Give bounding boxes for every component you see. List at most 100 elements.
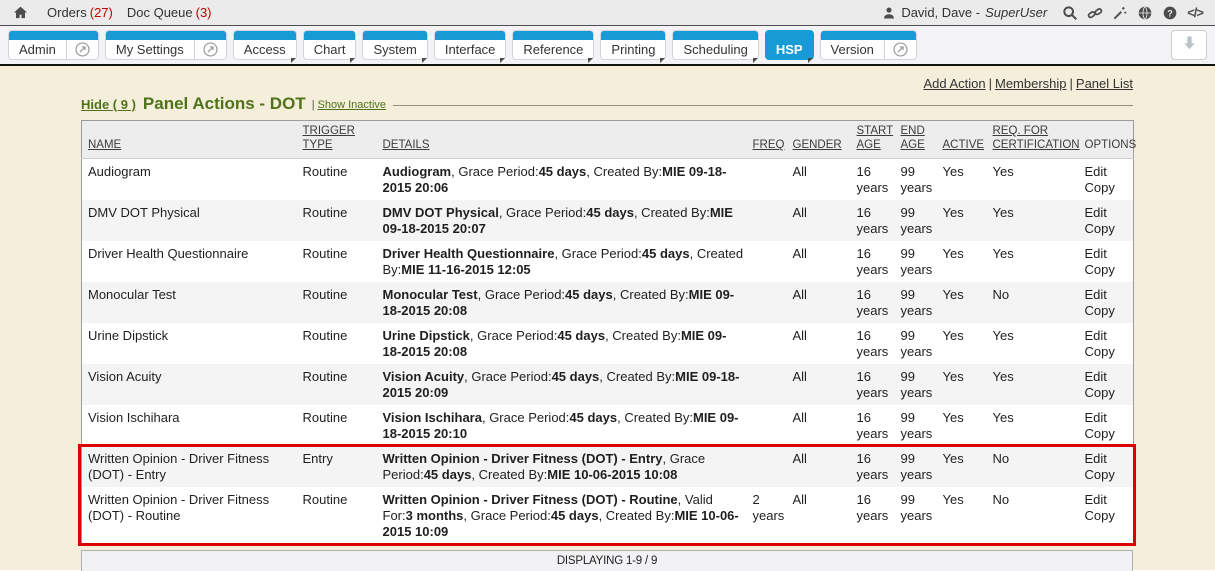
col-header-req-for-certification[interactable]: REQ. FOR CERTIFICATION (987, 121, 1079, 159)
table-footer: DISPLAYING 1-9 / 9 (81, 550, 1133, 571)
cell-details: Written Opinion - Driver Fitness (DOT) -… (377, 446, 747, 487)
edit-link[interactable]: Edit (1085, 410, 1131, 426)
col-header-gender[interactable]: GENDER (787, 121, 851, 159)
collapse-tabs-button[interactable] (1171, 30, 1207, 60)
cell-gender: All (787, 446, 851, 487)
popout-icon[interactable] (67, 41, 98, 58)
orders-link[interactable]: Orders (27) (47, 5, 113, 20)
tab-system[interactable]: System (362, 30, 427, 60)
svg-text:?: ? (1167, 8, 1173, 18)
cell-start-age: 16 years (851, 446, 895, 487)
col-header-freq[interactable]: FREQ (747, 121, 787, 159)
cell-details: Driver Health Questionnaire, Grace Perio… (377, 241, 747, 282)
tab-my-settings[interactable]: My Settings (105, 30, 227, 60)
edit-link[interactable]: Edit (1085, 246, 1131, 262)
cell-freq (747, 364, 787, 405)
cell-freq (747, 200, 787, 241)
copy-link[interactable]: Copy (1085, 221, 1131, 237)
copy-link[interactable]: Copy (1085, 385, 1131, 401)
tab-admin[interactable]: Admin (8, 30, 99, 60)
user-role: SuperUser (985, 5, 1047, 20)
cell-start-age: 16 years (851, 364, 895, 405)
title-rule (393, 105, 1133, 106)
doc-queue-label: Doc Queue (127, 5, 193, 20)
edit-link[interactable]: Edit (1085, 205, 1131, 221)
edit-link[interactable]: Edit (1085, 164, 1131, 180)
copy-link[interactable]: Copy (1085, 508, 1131, 524)
tab-printing[interactable]: Printing (600, 30, 666, 60)
tab-interface[interactable]: Interface (434, 30, 507, 60)
cell-end-age: 99 years (895, 487, 937, 545)
copy-link[interactable]: Copy (1085, 426, 1131, 442)
copy-link[interactable]: Copy (1085, 467, 1131, 483)
doc-queue-link[interactable]: Doc Queue (3) (127, 5, 212, 20)
panel-actions-table: NAME TRIGGER TYPE DETAILS FREQ GENDER ST… (81, 120, 1134, 545)
code-icon[interactable]: </> (1187, 5, 1203, 20)
cell-name: Vision Acuity (82, 364, 297, 405)
help-icon[interactable]: ? (1162, 5, 1178, 21)
copy-link[interactable]: Copy (1085, 344, 1131, 360)
search-icon[interactable] (1062, 5, 1078, 21)
edit-link[interactable]: Edit (1085, 451, 1131, 467)
tab-label: System (363, 42, 426, 57)
hide-link[interactable]: Hide ( 9 ) (81, 97, 136, 112)
cell-name: Monocular Test (82, 282, 297, 323)
copy-link[interactable]: Copy (1085, 303, 1131, 319)
popout-icon[interactable] (195, 41, 226, 58)
membership-link[interactable]: Membership (995, 76, 1067, 91)
tab-label: Reference (513, 42, 593, 57)
cell-gender: All (787, 200, 851, 241)
add-action-link[interactable]: Add Action (923, 76, 985, 91)
cell-gender: All (787, 241, 851, 282)
cell-gender: All (787, 323, 851, 364)
cell-name: Audiogram (82, 158, 297, 200)
copy-link[interactable]: Copy (1085, 262, 1131, 278)
cell-options: EditCopy (1079, 200, 1134, 241)
edit-link[interactable]: Edit (1085, 328, 1131, 344)
arrow-down-icon (1181, 34, 1198, 56)
cell-name: Written Opinion - Driver Fitness (DOT) -… (82, 487, 297, 545)
edit-link[interactable]: Edit (1085, 287, 1131, 303)
col-header-end-age[interactable]: END AGE (895, 121, 937, 159)
cell-req-for-certification: No (987, 446, 1079, 487)
col-header-trigger-type[interactable]: TRIGGER TYPE (297, 121, 377, 159)
home-icon[interactable] (12, 5, 29, 20)
cell-end-age: 99 years (895, 158, 937, 200)
table-row: Driver Health QuestionnaireRoutineDriver… (82, 241, 1134, 282)
cell-active: Yes (937, 241, 987, 282)
panel-list-link[interactable]: Panel List (1076, 76, 1133, 91)
col-header-active[interactable]: ACTIVE (937, 121, 987, 159)
cell-gender: All (787, 282, 851, 323)
cell-options: EditCopy (1079, 158, 1134, 200)
tab-access[interactable]: Access (233, 30, 297, 60)
edit-link[interactable]: Edit (1085, 492, 1131, 508)
cell-options: EditCopy (1079, 487, 1134, 545)
tab-hsp[interactable]: HSP (765, 30, 814, 60)
cell-freq (747, 241, 787, 282)
col-header-name[interactable]: NAME (82, 121, 297, 159)
link-icon[interactable] (1087, 5, 1103, 21)
cell-active: Yes (937, 200, 987, 241)
page-action-links: Add Action|Membership|Panel List (81, 76, 1133, 91)
col-header-start-age[interactable]: START AGE (851, 121, 895, 159)
cell-freq: 2 years (747, 487, 787, 545)
show-inactive-link[interactable]: Show Inactive (318, 99, 386, 111)
tab-version[interactable]: Version (820, 30, 917, 60)
tab-chart[interactable]: Chart (303, 30, 357, 60)
cell-trigger-type: Routine (297, 364, 377, 405)
cell-details: Urine Dipstick, Grace Period:45 days, Cr… (377, 323, 747, 364)
wand-icon[interactable] (1112, 5, 1128, 21)
cell-req-for-certification: Yes (987, 158, 1079, 200)
current-user[interactable]: David, Dave - SuperUser (882, 5, 1047, 20)
tab-label: Version (821, 42, 884, 57)
popout-icon[interactable] (885, 41, 916, 58)
edit-link[interactable]: Edit (1085, 369, 1131, 385)
table-row: Monocular TestRoutineMonocular Test, Gra… (82, 282, 1134, 323)
tab-label: Access (234, 42, 296, 57)
globe-icon[interactable] (1137, 5, 1153, 21)
copy-link[interactable]: Copy (1085, 180, 1131, 196)
cell-req-for-certification: Yes (987, 200, 1079, 241)
tab-reference[interactable]: Reference (512, 30, 594, 60)
col-header-details[interactable]: DETAILS (377, 121, 747, 159)
tab-scheduling[interactable]: Scheduling (672, 30, 758, 60)
